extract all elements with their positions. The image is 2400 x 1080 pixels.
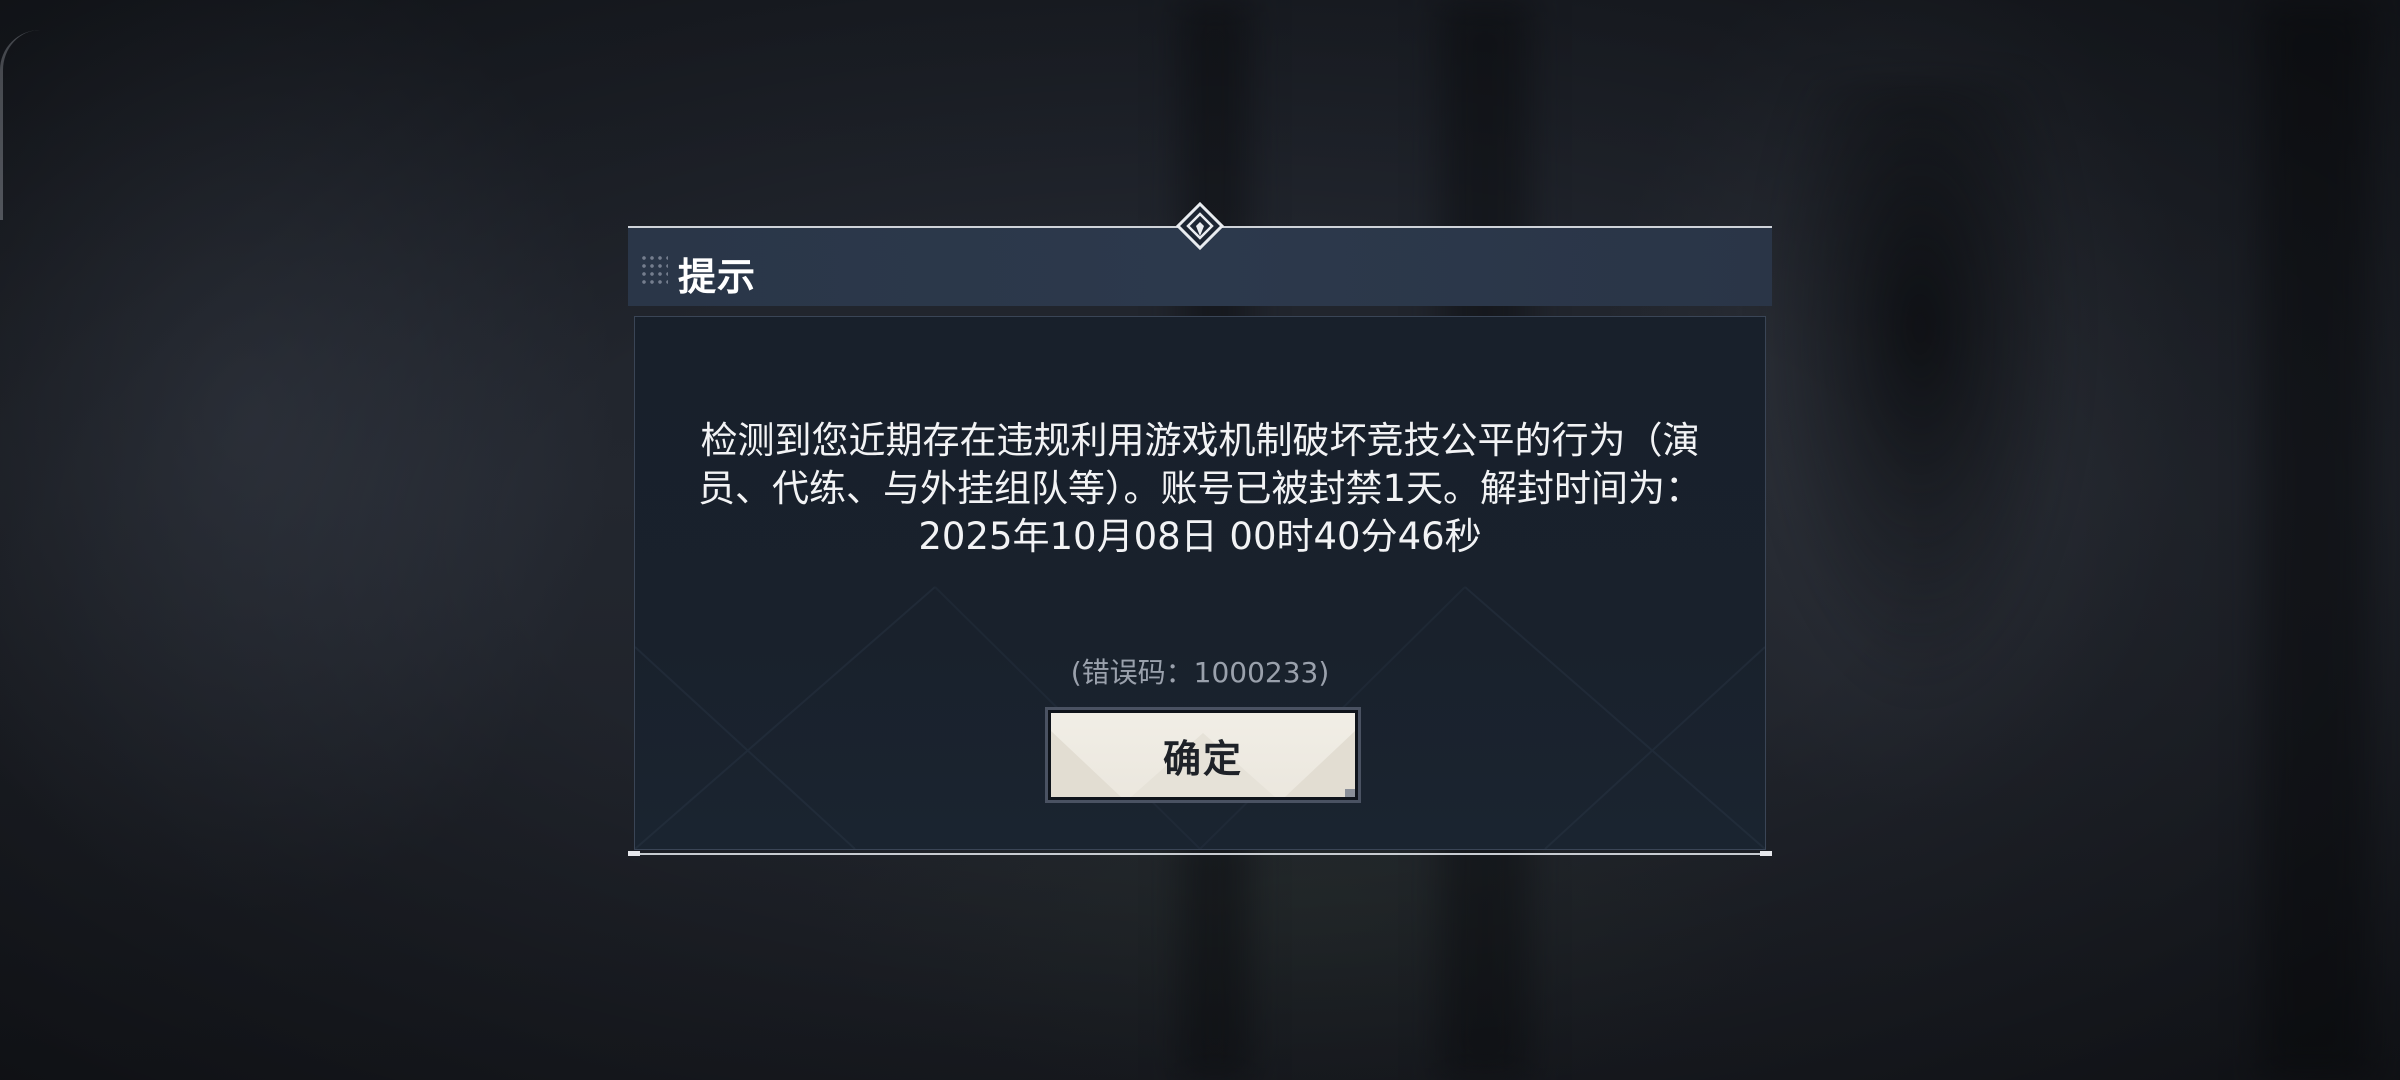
bottom-right-cap — [1760, 851, 1772, 856]
confirm-button[interactable]: 确定 — [1045, 707, 1361, 803]
dialog-title: 提示 — [678, 255, 757, 299]
dialog-body: 检测到您近期存在违规利用游戏机制破坏竞技公平的行为（演员、代练、与外挂组队等）。… — [634, 316, 1766, 850]
ban-message: 检测到您近期存在违规利用游戏机制破坏竞技公平的行为（演员、代练、与外挂组队等）。… — [697, 419, 1703, 558]
dialog-bottom-line — [628, 853, 1772, 855]
confirm-button-label: 确定 — [1162, 736, 1243, 781]
ban-notice-dialog: 提示 检测到您近期存在违规利用游戏机制破坏竞技公平的行为（演员、代练、与外挂组队… — [628, 202, 1772, 856]
error-code: (错误码：1000233) — [1070, 656, 1330, 689]
bottom-left-cap — [628, 851, 640, 856]
diamond-emblem-icon — [1175, 202, 1225, 251]
drag-handle-icon — [640, 254, 668, 284]
